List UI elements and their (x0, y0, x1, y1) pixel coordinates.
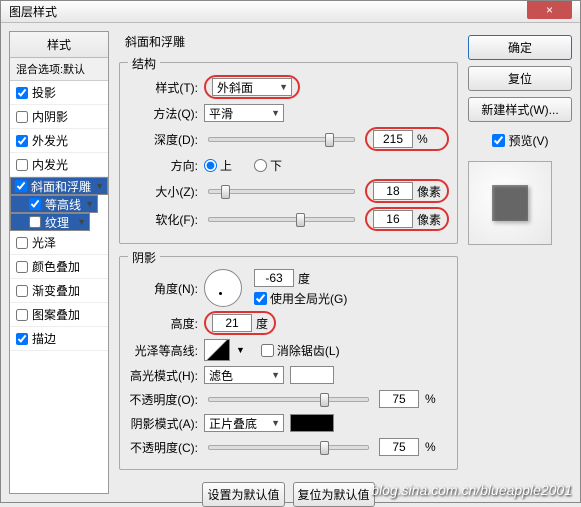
style-item-contour[interactable]: 等高线 (10, 195, 98, 213)
structure-title: 结构 (128, 55, 160, 72)
global-light-checkbox[interactable]: 使用全局光(G) (254, 290, 347, 307)
new-style-button[interactable]: 新建样式(W)... (468, 97, 572, 122)
blend-options-row[interactable]: 混合选项:默认 (10, 58, 108, 81)
style-checkbox-bevel[interactable] (15, 180, 27, 192)
highlight-mode-label: 高光模式(H): (128, 367, 198, 384)
depth-input[interactable]: 215 (373, 130, 413, 148)
style-label-pat: 图案叠加 (32, 306, 80, 323)
style-item-outer[interactable]: 外发光 (10, 129, 108, 153)
watermark: blog.sina.com.cn/blueapple2001 (371, 482, 572, 498)
soften-input[interactable]: 16 (373, 210, 413, 228)
make-default-button[interactable]: 设置为默认值 (202, 482, 284, 507)
style-item-inner[interactable]: 内阴影 (10, 105, 108, 129)
style-item-pat[interactable]: 图案叠加 (10, 303, 108, 327)
style-item-satin[interactable]: 光泽 (10, 231, 108, 255)
method-select[interactable]: 平滑 (204, 104, 284, 122)
shading-group: 阴影 角度(N): -63 度 使用全局光(G) 高度: 21 度 (119, 256, 458, 470)
altitude-input[interactable]: 21 (212, 314, 252, 332)
action-column: 确定 复位 新建样式(W)... 预览(V) (468, 31, 572, 494)
style-label-grad: 渐变叠加 (32, 282, 80, 299)
style-label: 样式(T): (128, 79, 198, 96)
style-checkbox-texture[interactable] (29, 216, 41, 228)
soften-slider[interactable] (208, 217, 355, 222)
shadow-opacity-slider[interactable] (208, 445, 369, 450)
style-item-grad[interactable]: 渐变叠加 (10, 279, 108, 303)
shadow-opacity-label: 不透明度(C): (128, 439, 198, 456)
size-slider[interactable] (208, 189, 355, 194)
chevron-down-icon[interactable]: ▼ (236, 345, 245, 355)
style-list-header: 样式 (10, 32, 108, 58)
angle-dial[interactable] (204, 269, 242, 307)
style-label-stroke: 描边 (32, 330, 56, 347)
shading-title: 阴影 (128, 249, 160, 266)
preview-checkbox[interactable]: 预览(V) (468, 132, 572, 149)
altitude-label: 高度: (128, 315, 198, 332)
style-checkbox-inner[interactable] (16, 111, 28, 123)
style-checkbox-stroke[interactable] (16, 333, 28, 345)
gloss-label: 光泽等高线: (128, 342, 198, 359)
size-label: 大小(Z): (128, 183, 198, 200)
highlight-opacity-slider[interactable] (208, 397, 369, 402)
highlight-opacity-label: 不透明度(O): (128, 391, 198, 408)
shadow-opacity-input[interactable]: 75 (379, 438, 419, 456)
cancel-button[interactable]: 复位 (468, 66, 572, 91)
angle-label: 角度(N): (128, 280, 198, 297)
style-checkbox-satin[interactable] (16, 237, 28, 249)
style-item-drop[interactable]: 投影 (10, 81, 108, 105)
structure-group: 结构 样式(T): 外斜面 方法(Q): 平滑 深度(D): 215 % 方向: (119, 62, 458, 244)
preview-swatch (468, 161, 552, 245)
style-checkbox-grad[interactable] (16, 285, 28, 297)
highlight-color-swatch[interactable] (290, 366, 334, 384)
style-item-color[interactable]: 颜色叠加 (10, 255, 108, 279)
style-list: 样式 混合选项:默认 投影内阴影外发光内发光斜面和浮雕等高线纹理光泽颜色叠加渐变… (9, 31, 109, 494)
reset-default-button[interactable]: 复位为默认值 (293, 482, 375, 507)
settings-panel: 斜面和浮雕 结构 样式(T): 外斜面 方法(Q): 平滑 深度(D): 215… (117, 31, 460, 494)
direction-down-radio[interactable]: 下 (254, 157, 282, 174)
method-label: 方法(Q): (128, 105, 198, 122)
style-label-color: 颜色叠加 (32, 258, 80, 275)
shadow-mode-select[interactable]: 正片叠底 (204, 414, 284, 432)
depth-label: 深度(D): (128, 131, 198, 148)
gloss-contour-picker[interactable] (204, 339, 230, 361)
style-checkbox-color[interactable] (16, 261, 28, 273)
style-checkbox-drop[interactable] (16, 87, 28, 99)
style-label-innerg: 内发光 (32, 156, 68, 173)
style-label-outer: 外发光 (32, 132, 68, 149)
style-checkbox-contour[interactable] (29, 198, 41, 210)
style-item-stroke[interactable]: 描边 (10, 327, 108, 351)
style-label-drop: 投影 (32, 84, 56, 101)
style-checkbox-pat[interactable] (16, 309, 28, 321)
window-title: 图层样式 (9, 3, 57, 20)
ok-button[interactable]: 确定 (468, 35, 572, 60)
style-label-satin: 光泽 (32, 234, 56, 251)
style-item-innerg[interactable]: 内发光 (10, 153, 108, 177)
highlight-opacity-input[interactable]: 75 (379, 390, 419, 408)
angle-input[interactable]: -63 (254, 269, 294, 287)
direction-up-radio[interactable]: 上 (204, 157, 232, 174)
direction-label: 方向: (128, 157, 198, 174)
size-input[interactable]: 18 (373, 182, 413, 200)
depth-slider[interactable] (208, 137, 355, 142)
close-button[interactable]: × (527, 1, 572, 19)
panel-title: 斜面和浮雕 (125, 33, 458, 50)
style-checkbox-innerg[interactable] (16, 159, 28, 171)
close-icon: × (546, 3, 553, 17)
style-label-texture: 纹理 (45, 214, 69, 231)
style-label-bevel: 斜面和浮雕 (31, 178, 91, 195)
style-label-contour: 等高线 (45, 196, 81, 213)
style-item-texture[interactable]: 纹理 (10, 213, 90, 231)
soften-label: 软化(F): (128, 211, 198, 228)
shadow-color-swatch[interactable] (290, 414, 334, 432)
style-label-inner: 内阴影 (32, 108, 68, 125)
highlight-mode-select[interactable]: 滤色 (204, 366, 284, 384)
style-checkbox-outer[interactable] (16, 135, 28, 147)
title-bar: 图层样式 × (1, 1, 580, 23)
antialias-checkbox[interactable]: 消除锯齿(L) (261, 342, 340, 359)
style-select[interactable]: 外斜面 (212, 78, 292, 96)
shadow-mode-label: 阴影模式(A): (128, 415, 198, 432)
style-item-bevel[interactable]: 斜面和浮雕 (10, 177, 108, 195)
